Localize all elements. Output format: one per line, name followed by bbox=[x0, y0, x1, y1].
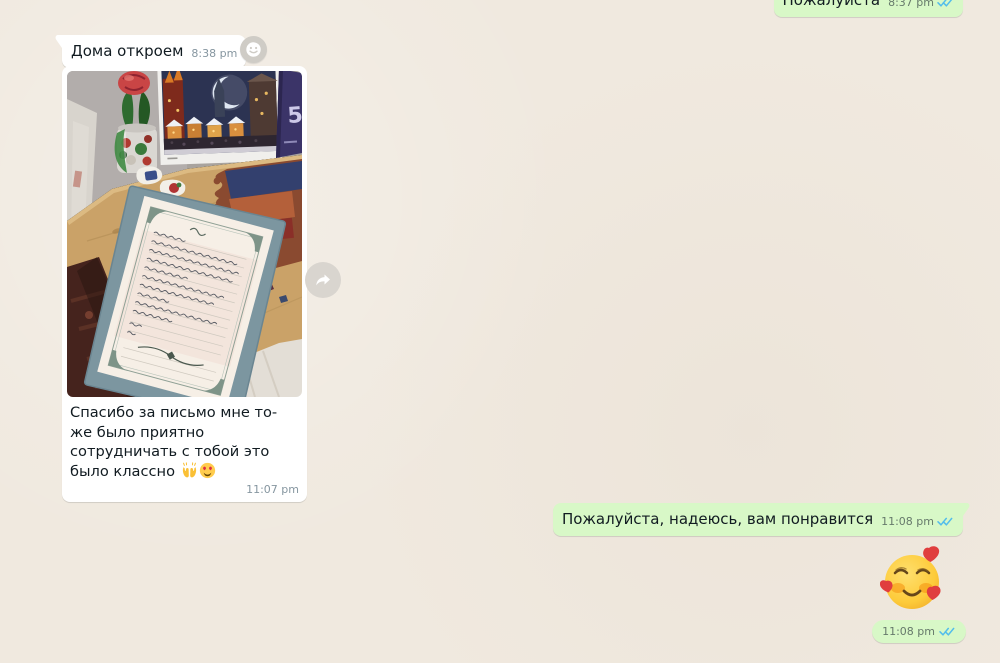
poster-christmas-market bbox=[157, 71, 282, 165]
message-text: Пожалуйста bbox=[783, 0, 881, 10]
message-time: 11:07 pm bbox=[246, 483, 299, 496]
puzzle-box: 5 bbox=[276, 71, 302, 158]
message-time: 8:38 pm bbox=[191, 47, 237, 60]
chat-background: Пожалуйста 8:37 pm Дома откроем 8:38 pm bbox=[0, 0, 1000, 663]
smiley-icon bbox=[244, 40, 263, 59]
add-reaction-button[interactable] bbox=[240, 36, 267, 63]
read-checks-icon bbox=[937, 516, 954, 527]
message-outgoing-top[interactable]: Пожалуйста 8:37 pm bbox=[774, 0, 963, 17]
forward-arrow-icon bbox=[313, 270, 333, 290]
message-incoming-text[interactable]: Дома откроем 8:38 pm bbox=[62, 35, 246, 68]
message-text: Пожалуйста, надеюсь, вам понравится bbox=[562, 509, 873, 529]
message-time: 11:08 pm bbox=[881, 515, 934, 528]
read-checks-icon bbox=[937, 0, 954, 8]
bubble-tail bbox=[963, 503, 971, 516]
smiling-face-with-hearts-emoji[interactable] bbox=[880, 546, 948, 614]
message-time: 11:08 pm bbox=[882, 625, 935, 638]
message-incoming-photo[interactable]: 5 bbox=[62, 66, 307, 502]
heart-eyes-icon bbox=[199, 462, 216, 479]
message-time-pill[interactable]: 11:08 pm bbox=[872, 620, 966, 643]
forward-button[interactable] bbox=[305, 262, 341, 298]
message-text: Дома откроем bbox=[71, 41, 183, 61]
read-checks-icon bbox=[939, 626, 956, 637]
message-outgoing-text[interactable]: Пожалуйста, надеюсь, вам понравится 11:0… bbox=[553, 503, 963, 536]
bubble-tail bbox=[54, 35, 62, 48]
caption-text: Спасибо за письмо мне то-же было приятно… bbox=[70, 404, 277, 480]
svg-text:5: 5 bbox=[287, 103, 302, 129]
photo-letter-on-table[interactable]: 5 bbox=[67, 71, 302, 397]
photo-caption: Спасибо за письмо мне то-же было приятно… bbox=[67, 397, 302, 483]
raising-hands-icon bbox=[181, 462, 198, 479]
message-time: 8:37 pm bbox=[888, 0, 934, 9]
